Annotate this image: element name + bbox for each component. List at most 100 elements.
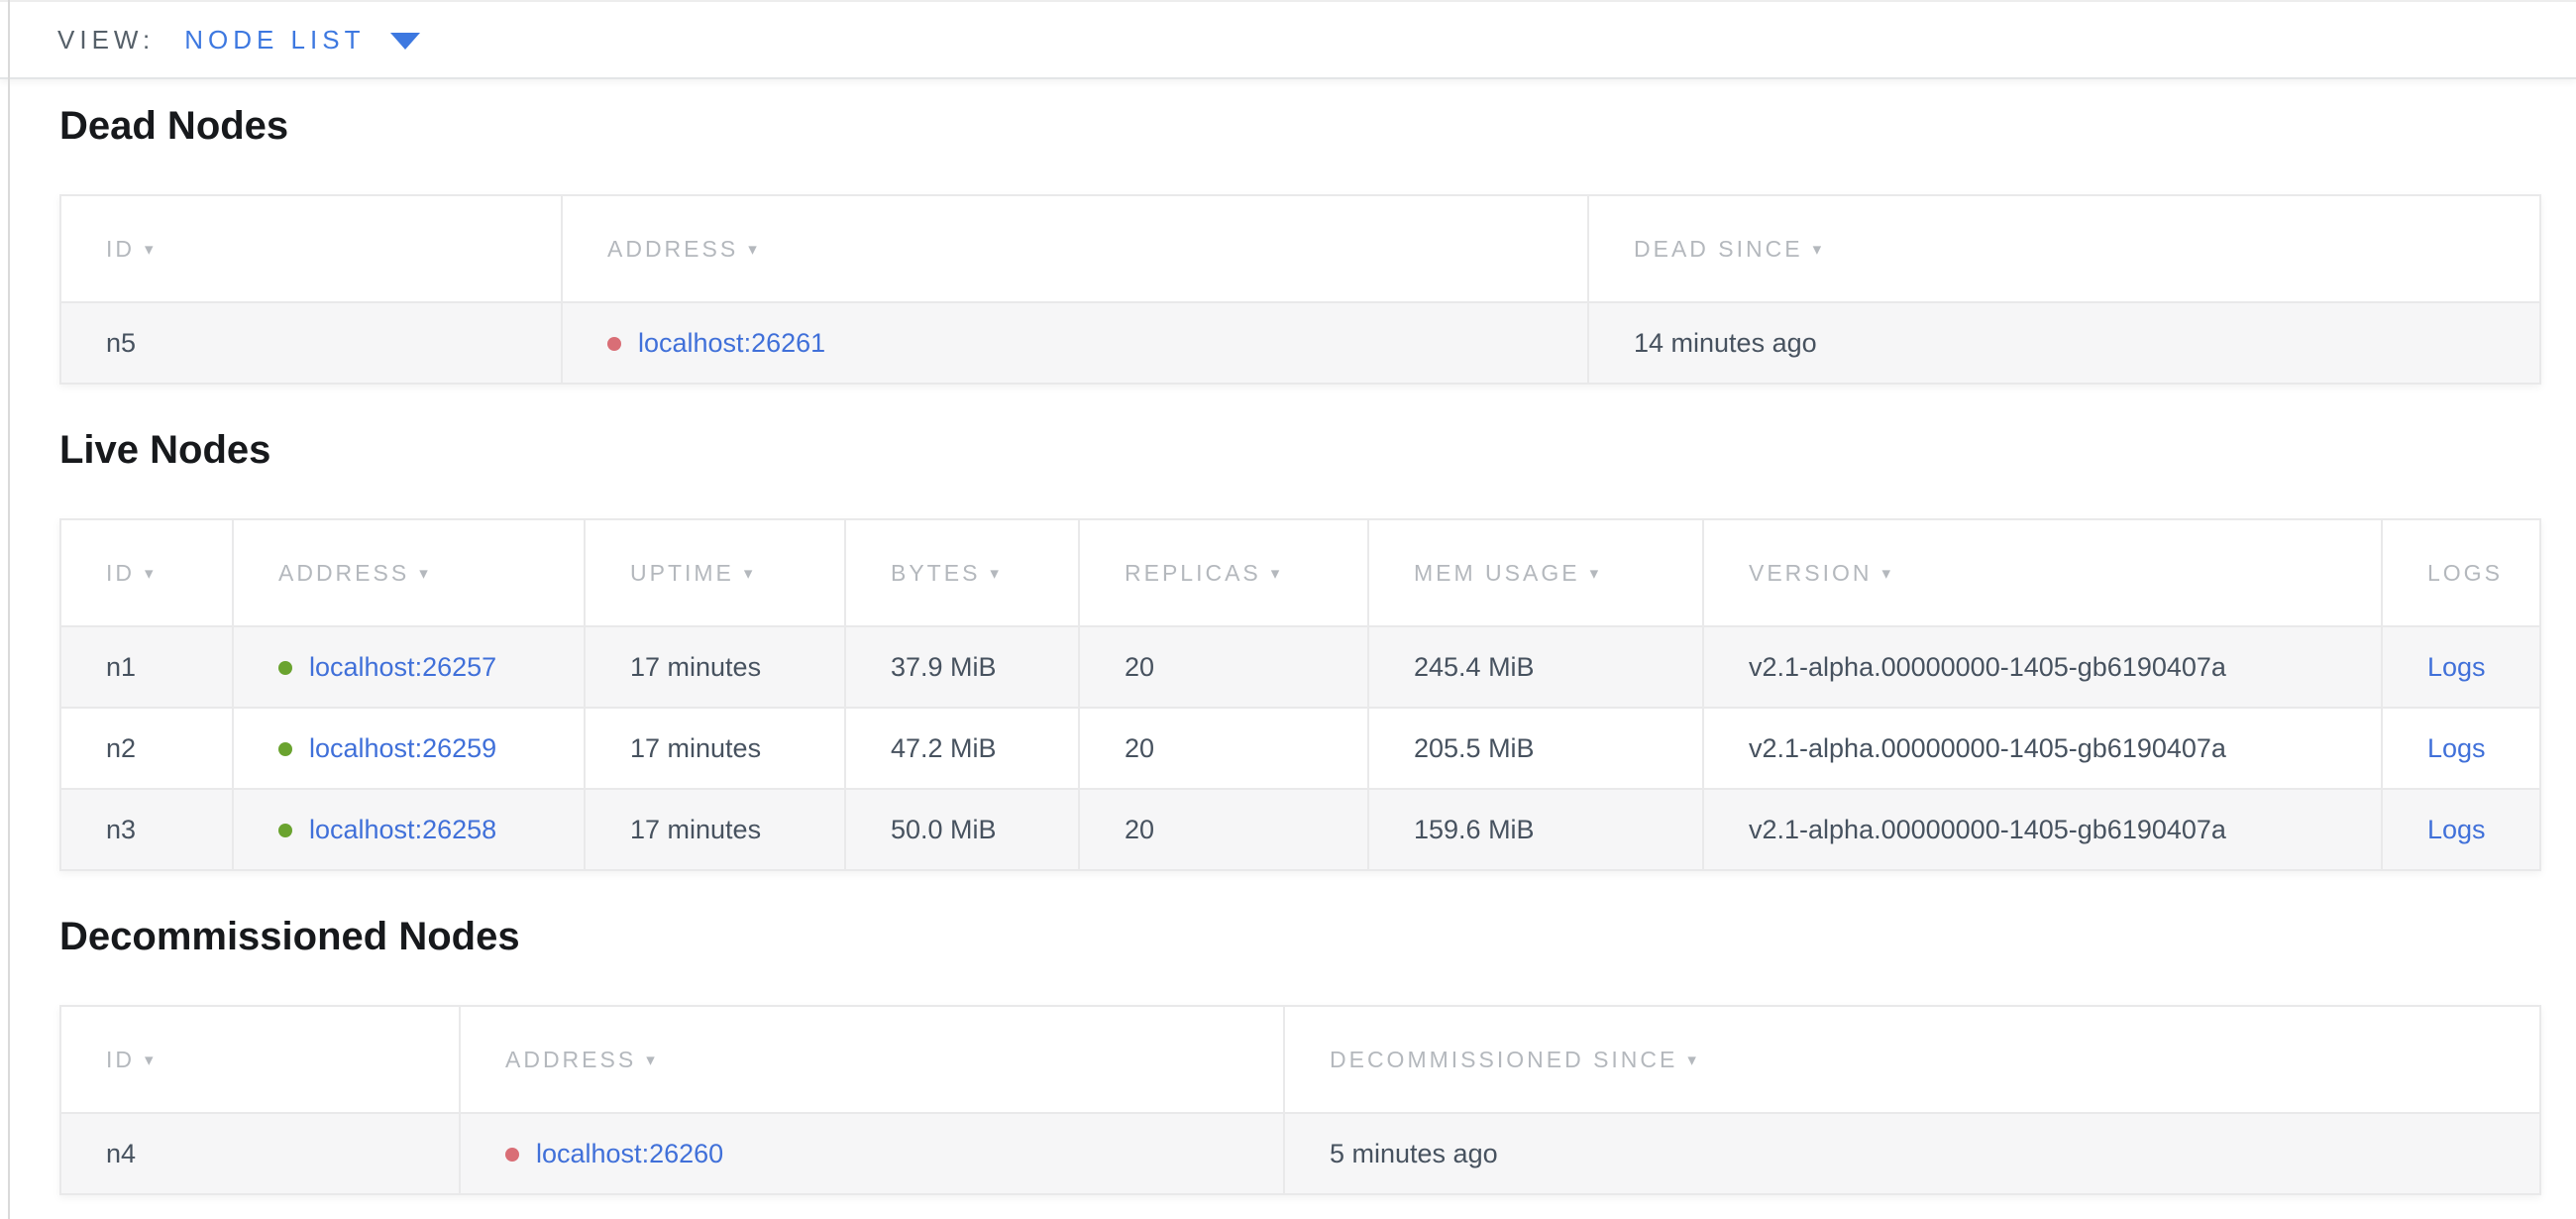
- decommissioned-nodes-table: ID▾ ADDRESS ▾ DECOMMISSIONED SINCE ▾ n4 lo…: [59, 1005, 2541, 1195]
- column-label: ADDRESS: [607, 236, 738, 262]
- node-address-link[interactable]: localhost:26257: [309, 652, 496, 682]
- column-label: LOGS: [2427, 560, 2503, 586]
- column-label: REPLICAS: [1125, 560, 1261, 586]
- view-dropdown-value: NODE LIST: [184, 25, 365, 55]
- dead-nodes-section: Dead Nodes ID ▾ ADDRESS ▾ DEAD SINCE▾ n5 l…: [59, 102, 2541, 385]
- logs-link[interactable]: Logs: [2427, 652, 2486, 682]
- dead-since-cell: 14 minutes ago: [1588, 302, 2540, 384]
- decommissioned-nodes-section: Decommissioned Nodes ID▾ ADDRESS ▾ DECOMM…: [59, 913, 2541, 1195]
- dead-status-icon: [607, 337, 621, 351]
- table-header-row: ID▾ ADDRESS▾ UPTIME▾ BYTES▾ REPLICAS▾ ME…: [60, 519, 2540, 626]
- column-header-bytes[interactable]: BYTES▾: [845, 519, 1079, 626]
- mem-usage-cell: 159.6 MiB: [1368, 789, 1703, 870]
- dead-nodes-title: Dead Nodes: [59, 102, 2541, 150]
- column-label: ID: [106, 236, 135, 262]
- view-label: VIEW:: [57, 25, 155, 55]
- column-header-mem-usage[interactable]: MEM USAGE▾: [1368, 519, 1703, 626]
- node-address-link[interactable]: localhost:26260: [536, 1139, 723, 1168]
- sort-arrow-icon: ▾: [419, 564, 431, 583]
- node-id-cell: n1: [60, 626, 233, 708]
- live-nodes-section: Live Nodes ID▾ ADDRESS▾ UPTIME▾ BYTES▾ R…: [59, 426, 2541, 871]
- column-label: DECOMMISSIONED SINCE: [1330, 1047, 1677, 1072]
- column-label: MEM USAGE: [1414, 560, 1580, 586]
- node-address-cell: localhost:26258: [233, 789, 585, 870]
- sort-arrow-icon: ▾: [1271, 564, 1283, 583]
- column-header-address[interactable]: ADDRESS ▾: [562, 195, 1588, 302]
- column-header-uptime[interactable]: UPTIME ▾: [585, 519, 845, 626]
- table-row: n1 localhost:26257 17 minutes 37.9 MiB 2…: [60, 626, 2540, 708]
- table-row: n2 localhost:26259 17 minutes 47.2 MiB 2…: [60, 708, 2540, 789]
- column-label: VERSION: [1749, 560, 1873, 586]
- column-header-id[interactable]: ID▾: [60, 1006, 460, 1113]
- column-label: BYTES: [891, 560, 980, 586]
- bytes-cell: 37.9 MiB: [845, 626, 1079, 708]
- sort-arrow-icon: ▾: [145, 1051, 157, 1069]
- dead-nodes-table: ID ▾ ADDRESS ▾ DEAD SINCE▾ n5 localhost:26…: [59, 194, 2541, 385]
- bytes-cell: 50.0 MiB: [845, 789, 1079, 870]
- sort-arrow-icon: ▾: [145, 564, 157, 583]
- column-header-decommissioned-since[interactable]: DECOMMISSIONED SINCE ▾: [1284, 1006, 2540, 1113]
- decommissioned-status-icon: [505, 1148, 519, 1162]
- sort-arrow-icon: ▾: [744, 564, 756, 583]
- column-header-address[interactable]: ADDRESS ▾: [233, 519, 585, 626]
- logs-cell: Logs: [2382, 789, 2540, 870]
- live-status-icon: [278, 661, 292, 675]
- node-list-content: Dead Nodes ID ▾ ADDRESS ▾ DEAD SINCE▾ n5 l…: [0, 102, 2576, 1195]
- table-row: n3 localhost:26258 17 minutes 50.0 MiB 2…: [60, 789, 2540, 870]
- sort-arrow-icon: ▾: [1687, 1051, 1699, 1069]
- node-id-cell: n4: [60, 1113, 460, 1194]
- decommissioned-nodes-title: Decommissioned Nodes: [59, 913, 2541, 960]
- table-header-row: ID▾ ADDRESS ▾ DECOMMISSIONED SINCE ▾: [60, 1006, 2540, 1113]
- column-header-id[interactable]: ID▾: [60, 519, 233, 626]
- column-header-version[interactable]: VERSION ▾: [1703, 519, 2382, 626]
- logs-link[interactable]: Logs: [2427, 815, 2486, 844]
- sort-arrow-icon: ▾: [1813, 240, 1825, 259]
- column-label: UPTIME: [630, 560, 734, 586]
- logs-cell: Logs: [2382, 708, 2540, 789]
- uptime-cell: 17 minutes: [585, 789, 845, 870]
- table-row: n5 localhost:26261 14 minutes ago: [60, 302, 2540, 384]
- view-dropdown[interactable]: NODE LIST: [184, 25, 420, 55]
- live-nodes-table: ID▾ ADDRESS▾ UPTIME▾ BYTES▾ REPLICAS▾ ME…: [59, 518, 2541, 871]
- node-address-link[interactable]: localhost:26259: [309, 733, 496, 763]
- sort-arrow-icon: ▾: [646, 1051, 658, 1069]
- node-address-cell: localhost:26261: [562, 302, 1588, 384]
- mem-usage-cell: 245.4 MiB: [1368, 626, 1703, 708]
- logs-cell: Logs: [2382, 626, 2540, 708]
- decommissioned-since-cell: 5 minutes ago: [1284, 1113, 2540, 1194]
- column-header-dead-since[interactable]: DEAD SINCE▾: [1588, 195, 2540, 302]
- node-address-cell: localhost:26257: [233, 626, 585, 708]
- node-id-cell: n2: [60, 708, 233, 789]
- bytes-cell: 47.2 MiB: [845, 708, 1079, 789]
- column-label: ADDRESS: [505, 1047, 636, 1072]
- node-address-cell: localhost:26260: [460, 1113, 1284, 1194]
- node-id-cell: n3: [60, 789, 233, 870]
- node-address-link[interactable]: localhost:26261: [638, 328, 825, 358]
- live-status-icon: [278, 742, 292, 756]
- node-id-cell: n5: [60, 302, 562, 384]
- left-edge-divider: [8, 0, 10, 1219]
- mem-usage-cell: 205.5 MiB: [1368, 708, 1703, 789]
- sort-arrow-icon: ▾: [145, 240, 157, 259]
- version-cell: v2.1-alpha.00000000-1405-gb6190407a: [1703, 626, 2382, 708]
- replicas-cell: 20: [1079, 708, 1368, 789]
- column-header-replicas[interactable]: REPLICAS ▾: [1079, 519, 1368, 626]
- column-label: ADDRESS: [278, 560, 409, 586]
- live-status-icon: [278, 824, 292, 837]
- live-nodes-title: Live Nodes: [59, 426, 2541, 474]
- logs-link[interactable]: Logs: [2427, 733, 2486, 763]
- uptime-cell: 17 minutes: [585, 708, 845, 789]
- replicas-cell: 20: [1079, 789, 1368, 870]
- column-header-logs: LOGS: [2382, 519, 2540, 626]
- node-address-link[interactable]: localhost:26258: [309, 815, 496, 844]
- node-address-cell: localhost:26259: [233, 708, 585, 789]
- table-header-row: ID ▾ ADDRESS ▾ DEAD SINCE▾: [60, 195, 2540, 302]
- dropdown-caret-icon: [390, 33, 420, 50]
- version-cell: v2.1-alpha.00000000-1405-gb6190407a: [1703, 708, 2382, 789]
- view-bar: VIEW: NODE LIST: [0, 0, 2576, 79]
- sort-arrow-icon: ▾: [748, 240, 760, 259]
- sort-arrow-icon: ▾: [1882, 564, 1894, 583]
- column-header-address[interactable]: ADDRESS ▾: [460, 1006, 1284, 1113]
- uptime-cell: 17 minutes: [585, 626, 845, 708]
- column-header-id[interactable]: ID ▾: [60, 195, 562, 302]
